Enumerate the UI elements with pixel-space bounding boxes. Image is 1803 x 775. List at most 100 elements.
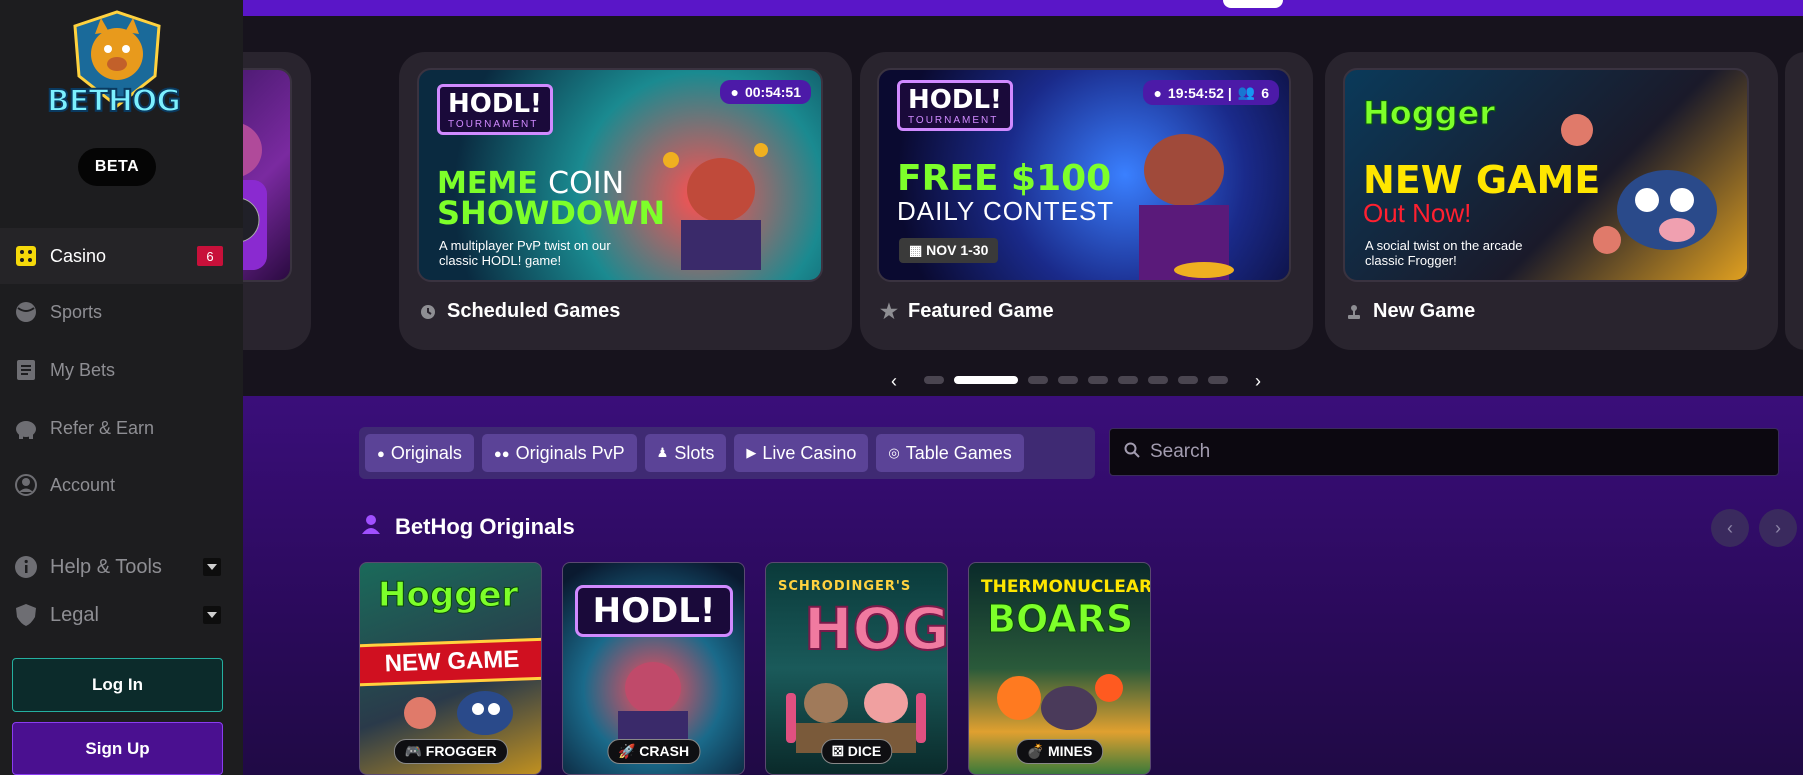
hodl-badge: HODL! TOURNAMENT (437, 84, 553, 135)
carousel-prev-button[interactable]: ‹ (891, 371, 897, 392)
users-icon: 👥 (1237, 84, 1256, 100)
carousel-dot[interactable] (1208, 376, 1228, 384)
user-icon: ● (377, 445, 385, 461)
game-tile-mines[interactable]: THERMONUCLEAR BOARS 💣 MINES (968, 562, 1151, 775)
card-headline-2: Out Now! (1363, 198, 1472, 228)
search-icon (1124, 442, 1140, 463)
carousel-dot[interactable] (1028, 376, 1048, 384)
sidebar-item-label: Refer & Earn (50, 417, 155, 438)
card-label: ★ Featured Game (880, 300, 1054, 323)
game-tag: 🚀 CRASH (606, 739, 701, 764)
carousel-dot-active[interactable] (954, 376, 1018, 384)
countdown-timer: ● 19:54:52 | 👥 6 (1143, 80, 1279, 105)
user-icon (361, 514, 381, 540)
tab-table-games[interactable]: ◎ Table Games (876, 434, 1024, 472)
casino-count-badge: 6 (197, 246, 223, 266)
tab-originals[interactable]: ● Originals (365, 434, 474, 472)
card-headline: FREE $100 (897, 158, 1112, 199)
joystick-icon: ♟ (656, 445, 669, 460)
card-image (243, 68, 292, 282)
card-image: Hogger NEW GAME Out Now! A social twist … (1343, 68, 1749, 282)
countdown-timer: ● 00:54:51 (720, 80, 811, 104)
tab-live-casino[interactable]: ▶ Live Casino (734, 434, 869, 472)
carousel-card-scheduled[interactable]: HODL! TOURNAMENT ● 00:54:51 MEME COIN SHO… (399, 52, 852, 350)
star-icon: ★ (880, 301, 898, 323)
category-tabs: ● Originals ●● Originals PvP ♟ Slots ▶ Live … (359, 427, 1095, 479)
chevron-down-icon[interactable] (203, 558, 221, 576)
bomb-icon: 💣 (1026, 743, 1048, 759)
sidebar: BETHOG BETA Casino 6 Sports My Bets Refe… (0, 0, 243, 775)
card-desc: A multiplayer PvP twist on our classic H… (439, 238, 611, 268)
section-next-button[interactable]: › (1759, 509, 1797, 547)
piggy-bank-icon (14, 416, 38, 440)
sidebar-item-my-bets[interactable]: My Bets (0, 342, 243, 398)
shield-icon (14, 603, 38, 627)
carousel-next-button[interactable]: › (1255, 371, 1261, 392)
date-badge: ▦ NOV 1-30 (899, 238, 999, 263)
carousel-card-partial-right[interactable] (1785, 52, 1803, 350)
main-content: HODL! TOURNAMENT ● 00:54:51 MEME COIN SHO… (243, 0, 1803, 775)
sidebar-item-label: My Bets (50, 359, 116, 380)
search-input[interactable] (1150, 441, 1750, 463)
clock-icon: ● (730, 84, 739, 100)
section-prev-button[interactable]: ‹ (1711, 509, 1749, 547)
games-section: ● Originals ●● Originals PvP ♟ Slots ▶ Live … (243, 396, 1803, 775)
game-tile-frogger[interactable]: Hogger NEW GAME 🎮 FROGGER (359, 562, 542, 775)
sidebar-item-sports[interactable]: Sports (0, 284, 243, 340)
beta-badge: BETA (78, 148, 156, 186)
search-bar[interactable] (1109, 428, 1779, 476)
sidebar-item-label: Sports (50, 301, 103, 322)
sidebar-item-casino[interactable]: Casino 6 (0, 228, 243, 284)
gamepad-icon: 🎮 (404, 743, 426, 759)
login-button[interactable]: Log In (12, 658, 223, 712)
dice-icon (14, 244, 38, 268)
card-label: New Game (1345, 300, 1475, 323)
card-headline-2: SHOWDOWN (437, 194, 666, 232)
sidebar-item-label: Account (50, 474, 116, 495)
calendar-icon: ▦ (909, 242, 927, 258)
user-circle-icon (14, 473, 38, 497)
logo-text: BETHOG (46, 83, 182, 120)
sidebar-item-label: Casino (50, 245, 107, 266)
hodl-badge: HODL! TOURNAMENT (897, 80, 1013, 131)
document-icon (14, 358, 38, 382)
sidebar-item-legal[interactable]: Legal (0, 587, 243, 643)
tab-slots[interactable]: ♟ Slots (644, 434, 727, 472)
chip-icon: ◎ (888, 445, 900, 460)
carousel-card-featured[interactable]: HODL! TOURNAMENT ● 19:54:52 | 👥 6 FREE $100… (860, 52, 1313, 350)
signup-button[interactable]: Sign Up (12, 722, 223, 775)
section-title: BetHog Originals (361, 514, 575, 540)
tab-originals-pvp[interactable]: ●● Originals PvP (481, 434, 637, 472)
info-icon (14, 555, 38, 579)
users-icon: ●● (493, 445, 510, 461)
game-tile-dice[interactable]: SCHRODINGER'S HOG ⚄ DICE (765, 562, 948, 775)
card-headline-2: DAILY CONTEST (897, 196, 1115, 226)
carousel-dot[interactable] (1118, 376, 1138, 384)
clock-icon (419, 303, 437, 321)
carousel-dot[interactable] (1058, 376, 1078, 384)
carousel-pagination (924, 376, 1228, 384)
carousel-card-partial[interactable] (243, 52, 311, 350)
clock-icon: ● (1153, 84, 1162, 101)
carousel-dot[interactable] (1088, 376, 1108, 384)
banner-pill[interactable] (1223, 0, 1283, 8)
sidebar-item-label: Help & Tools (50, 555, 162, 578)
promo-banner-strip (243, 0, 1803, 16)
hodl-logo: HODL! (575, 585, 733, 637)
game-tile-crash[interactable]: HODL! 🚀 CRASH (562, 562, 745, 775)
carousel-dot[interactable] (1148, 376, 1168, 384)
sidebar-item-refer-earn[interactable]: Refer & Earn (0, 400, 243, 456)
sidebar-item-label: Legal (50, 603, 99, 626)
game-tag: 🎮 FROGGER (393, 739, 508, 764)
hogger-logo: Hogger (1362, 94, 1496, 133)
carousel-dot[interactable] (924, 376, 944, 384)
game-tag: ⚄ DICE (820, 739, 893, 764)
chevron-down-icon[interactable] (203, 606, 221, 624)
bethog-logo[interactable]: BETHOG (45, 6, 190, 134)
sidebar-item-account[interactable]: Account (0, 457, 243, 513)
card-desc: A social twist on the arcade classic Fro… (1365, 238, 1523, 268)
new-game-ribbon: NEW GAME (360, 637, 541, 687)
carousel-dot[interactable] (1178, 376, 1198, 384)
carousel-card-new-game[interactable]: Hogger NEW GAME Out Now! A social twist … (1325, 52, 1778, 350)
joystick-icon (1345, 303, 1363, 321)
